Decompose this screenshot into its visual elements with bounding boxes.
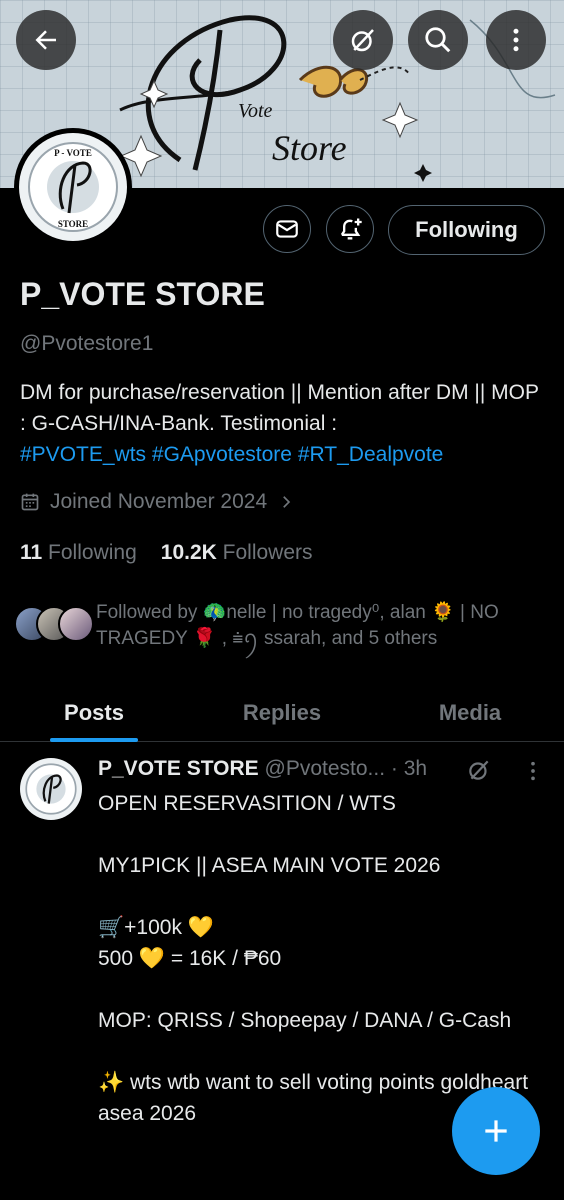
grok-button[interactable] <box>333 10 393 70</box>
grok-icon <box>351 29 374 52</box>
post-author-avatar[interactable] <box>20 758 82 820</box>
more-options-button[interactable] <box>486 10 546 70</box>
post-line: MY1PICK || ASEA MAIN VOTE 2026 <box>98 854 441 877</box>
profile-bio: DM for purchase/reservation || Mention a… <box>20 377 544 470</box>
compose-button[interactable] <box>452 1087 540 1175</box>
follow-stats: 11 Following 10.2K Followers <box>20 541 313 565</box>
tab-replies[interactable]: Replies <box>188 685 376 741</box>
following-button[interactable]: Following <box>388 205 545 255</box>
back-button[interactable] <box>16 10 76 70</box>
post-line <box>98 1036 538 1067</box>
bio-text: DM for purchase/reservation || Mention a… <box>20 381 539 435</box>
avatar-logo-art: P - VOTE STORE <box>28 142 118 232</box>
hashtag-link[interactable]: #PVOTE_wts <box>20 443 146 466</box>
post-line <box>98 819 538 850</box>
tab-posts[interactable]: Posts <box>0 685 188 741</box>
back-arrow-icon <box>35 30 56 50</box>
mutual-avatars <box>14 600 94 644</box>
post-body: OPEN RESERVASITION / WTS MY1PICK || ASEA… <box>98 788 538 1129</box>
post-line: 500 💛 = 16K / ₱60 <box>98 947 282 970</box>
avatar <box>58 606 94 642</box>
joined-date: Joined November 2024 <box>50 490 268 513</box>
profile-tabs: Posts Replies Media <box>0 685 564 742</box>
chevron-right-icon <box>283 496 291 508</box>
followed-by-text: Followed by 🦚nelle | no tragedy⁰, alan 🌻… <box>96 602 499 649</box>
post-line <box>98 974 538 1005</box>
message-button[interactable] <box>263 205 311 253</box>
post-more-icon[interactable] <box>522 760 544 782</box>
svg-text:Vote: Vote <box>238 100 273 122</box>
post-handle-time: @Pvotesto... · 3h <box>264 757 428 780</box>
hashtag-link[interactable]: #GApvotestore <box>152 443 292 466</box>
avatar-logo: P - VOTE STORE <box>19 133 127 241</box>
post-header[interactable]: P_VOTE STORE @Pvotesto... · 3h <box>98 757 427 781</box>
post-avatar-logo <box>25 763 77 815</box>
followed-by-row[interactable]: Followed by 🦚nelle | no tragedy⁰, alan 🌻… <box>14 600 554 652</box>
more-icon <box>513 28 519 52</box>
notifications-button[interactable] <box>326 205 374 253</box>
calendar-icon <box>21 493 39 511</box>
svg-text:STORE: STORE <box>58 219 88 229</box>
following-stat[interactable]: 11 Following <box>20 541 137 565</box>
post-author-name: P_VOTE STORE <box>98 757 259 780</box>
followers-stat[interactable]: 10.2K Followers <box>161 541 313 565</box>
profile-handle: @Pvotestore1 <box>20 332 154 355</box>
post-line: 🛒+100k 💛 <box>98 916 214 939</box>
post-line: MOP: QRISS / Shopeepay / DANA / G-Cash <box>98 1009 512 1032</box>
joined-date-row[interactable]: Joined November 2024 <box>20 490 295 514</box>
compose-plus-icon <box>485 1120 507 1142</box>
svg-text:P - VOTE: P - VOTE <box>54 148 92 158</box>
tab-media[interactable]: Media <box>376 685 564 741</box>
profile-name: P_VOTE STORE <box>20 276 265 312</box>
svg-text:Store: Store <box>272 128 347 168</box>
search-button[interactable] <box>408 10 468 70</box>
post-line <box>98 881 538 912</box>
grok-icon[interactable] <box>466 757 492 783</box>
mail-icon <box>276 220 298 238</box>
hashtag-link[interactable]: #RT_Dealpvote <box>298 443 444 466</box>
bell-plus-icon <box>340 218 362 240</box>
profile-avatar[interactable]: P - VOTE STORE <box>14 128 132 246</box>
search-icon <box>425 27 451 53</box>
post-line: OPEN RESERVASITION / WTS <box>98 792 396 815</box>
